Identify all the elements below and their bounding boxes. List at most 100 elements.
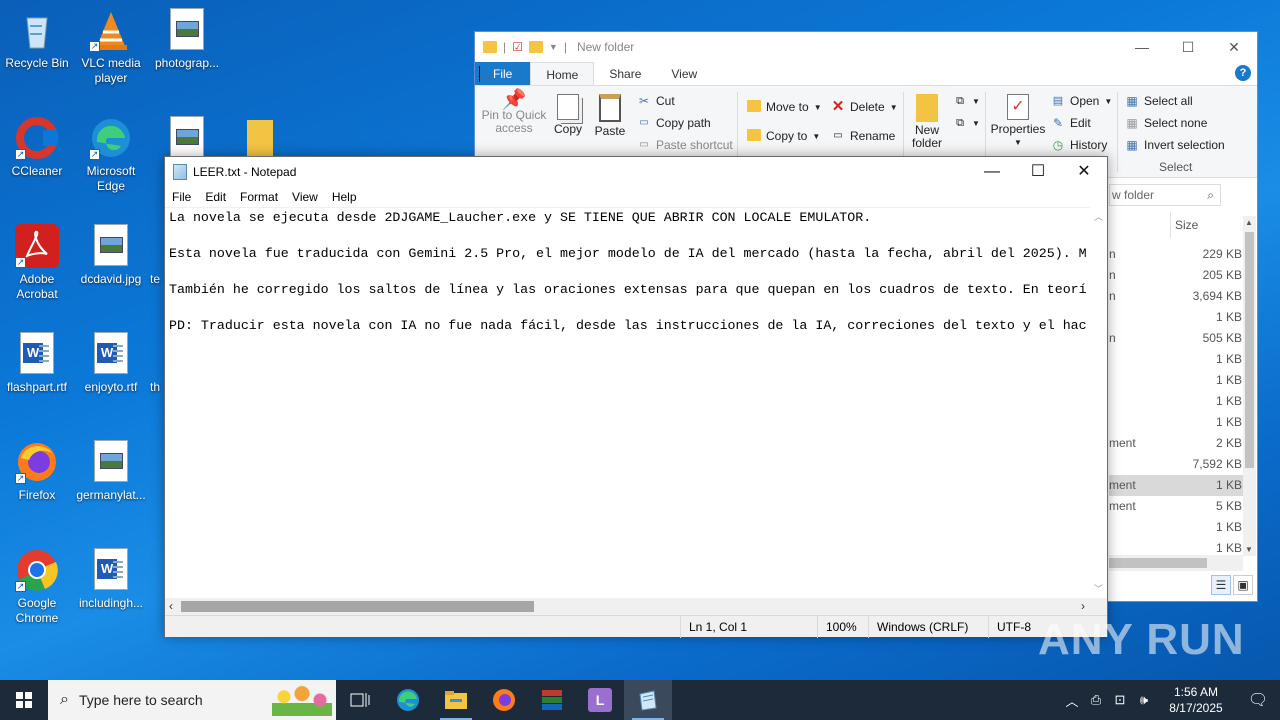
desktop-icon-vlc[interactable]: ↗ VLC media player [74,8,148,86]
l-app-icon[interactable]: L [576,680,624,720]
desktop-icon-firefox[interactable]: ↗ Firefox [0,440,74,503]
move-to-button[interactable]: Move to ▼ [747,100,822,114]
paste-shortcut-button[interactable]: ▭ Paste shortcut [637,138,732,152]
close-button[interactable]: ✕ [1211,32,1257,62]
menu-edit[interactable]: Edit [198,187,233,207]
desktop-icon-germanylat[interactable]: germanylat... [74,440,148,503]
help-icon[interactable]: ? [1235,65,1251,81]
menu-file[interactable]: File [165,187,198,207]
history-button[interactable]: ◷ History [1051,138,1108,152]
file-row[interactable]: ment 1 KB [1109,475,1243,496]
search-input[interactable]: w folder ⌕ [1109,184,1221,206]
menu-view[interactable]: View [285,187,325,207]
horizontal-scrollbar[interactable]: ‹ › [165,598,1091,615]
horizontal-scrollbar[interactable] [1109,555,1243,571]
properties-check-icon[interactable]: ☑ [512,40,523,54]
tab-home[interactable]: Home [530,62,595,85]
rename-button[interactable]: ▭ Rename [831,129,895,143]
file-size: 1 KB [1215,310,1242,324]
start-button[interactable] [0,680,48,720]
taskbar-search[interactable]: ⌕ Type here to search [48,680,336,720]
cut-button[interactable]: ✂ Cut [637,94,675,108]
column-header-size[interactable]: Size [1175,218,1198,232]
desktop-icon-enjoyto[interactable]: W enjoyto.rtf [74,332,148,395]
file-row[interactable]: 1 KB [1109,391,1243,412]
vertical-scrollbar[interactable]: ︿ ﹀ [1090,207,1107,598]
scrollbar-thumb[interactable] [181,601,534,612]
notepad-icon[interactable] [624,680,672,720]
menu-help[interactable]: Help [325,187,364,207]
text-editor[interactable]: La novela se ejecuta desde 2DJGAME_Lauch… [165,207,1091,598]
file-row[interactable]: 1 KB [1109,307,1243,328]
tab-share[interactable]: Share [594,62,656,85]
scroll-up-icon[interactable]: ︿ [1094,210,1103,223]
scrollbar-thumb[interactable] [1109,558,1207,568]
file-row[interactable]: 7,592 KB [1109,454,1243,475]
open-button[interactable]: ▤ Open ▼ [1051,94,1112,108]
task-view-icon[interactable] [336,680,384,720]
copy-to-button[interactable]: Copy to ▼ [747,129,820,143]
file-row[interactable]: ment 5 KB [1109,496,1243,517]
easy-access-button[interactable]: ⧉ ▼ [953,116,980,130]
desktop-icon-photograph[interactable]: photograp... [150,8,224,71]
firefox-icon[interactable] [480,680,528,720]
scroll-down-icon[interactable]: ﹀ [1094,582,1103,595]
desktop-icon-flashpart[interactable]: W flashpart.rtf [0,332,74,395]
large-icons-view-button[interactable]: ▣ [1233,575,1253,595]
select-all-button[interactable]: ▦ Select all [1125,94,1192,108]
paste-button[interactable]: Paste [593,94,627,138]
winrar-icon[interactable] [528,680,576,720]
file-row[interactable]: n 229 KB [1109,244,1243,265]
file-row[interactable]: 1 KB [1109,349,1243,370]
menu-format[interactable]: Format [233,187,285,207]
vertical-scrollbar[interactable]: ▲ ▼ [1243,216,1256,556]
desktop-icon-acrobat[interactable]: ↗ Adobe Acrobat [0,224,74,302]
close-button[interactable]: ✕ [1061,157,1107,187]
tab-view[interactable]: View [656,62,712,85]
new-item-button[interactable]: ⧉ ▼ [953,94,980,108]
scrollbar-thumb[interactable] [1245,232,1254,468]
desktop-icon-edge[interactable]: ↗ Microsoft Edge [74,116,148,194]
notification-icon[interactable]: 🗨 [1236,690,1280,710]
scroll-left-icon[interactable]: ‹ [169,599,173,613]
copy-path-button[interactable]: ▭ Copy path [637,116,710,130]
select-none-button[interactable]: ▦ Select none [1125,116,1207,130]
desktop-icon-dcdavid[interactable]: dcdavid.jpg [74,224,148,287]
desktop-icon-ccleaner[interactable]: ↗ CCleaner [0,116,74,179]
edit-button[interactable]: ✎ Edit [1051,116,1091,130]
collapse-ribbon-icon[interactable]: ︿ [479,66,490,82]
maximize-button[interactable]: ☐ [1165,32,1211,62]
file-row[interactable]: 1 KB [1109,370,1243,391]
device-icon[interactable]: ⎙ [1084,692,1108,708]
minimize-button[interactable]: — [1119,32,1165,62]
new-folder-button[interactable]: New folder [909,94,945,150]
file-row[interactable]: n 205 KB [1109,265,1243,286]
desktop-icon-includingh[interactable]: W includingh... [74,548,148,611]
clock[interactable]: 1:56 AM 8/17/2025 [1156,684,1236,716]
file-row[interactable]: n 3,694 KB [1109,286,1243,307]
properties-button[interactable]: ✓ Properties ▼ [989,94,1047,150]
file-explorer-icon[interactable] [432,680,480,720]
pin-to-quick-access-button[interactable]: 📌 Pin to Quick access [481,90,547,135]
delete-button[interactable]: ✕ Delete ▼ [831,99,898,114]
edge-icon[interactable] [384,680,432,720]
copy-button[interactable]: Copy [551,94,585,136]
file-row[interactable]: 1 KB [1109,412,1243,433]
scroll-up-icon[interactable]: ▲ [1245,218,1253,227]
minimize-button[interactable]: — [969,157,1015,187]
desktop-icon-chrome[interactable]: ↗ Google Chrome [0,548,74,626]
network-icon[interactable]: ⊡ [1108,692,1132,708]
maximize-button[interactable]: ☐ [1015,157,1061,187]
scroll-down-icon[interactable]: ▼ [1245,545,1253,554]
new-folder-icon[interactable] [528,41,543,53]
details-view-button[interactable]: ☰ [1211,575,1231,595]
volume-icon[interactable]: 🕪 [1132,692,1156,708]
file-row[interactable]: 1 KB [1109,517,1243,538]
file-row[interactable]: ment 2 KB [1109,433,1243,454]
invert-selection-button[interactable]: ▦ Invert selection [1125,138,1224,152]
encoding: UTF-8 [988,616,1031,638]
chevron-down-icon[interactable]: ▼ [549,42,558,52]
chevron-up-icon[interactable]: ︿ [1060,691,1084,710]
file-row[interactable]: n 505 KB [1109,328,1243,349]
desktop-icon-recycle-bin[interactable]: Recycle Bin [0,8,74,71]
